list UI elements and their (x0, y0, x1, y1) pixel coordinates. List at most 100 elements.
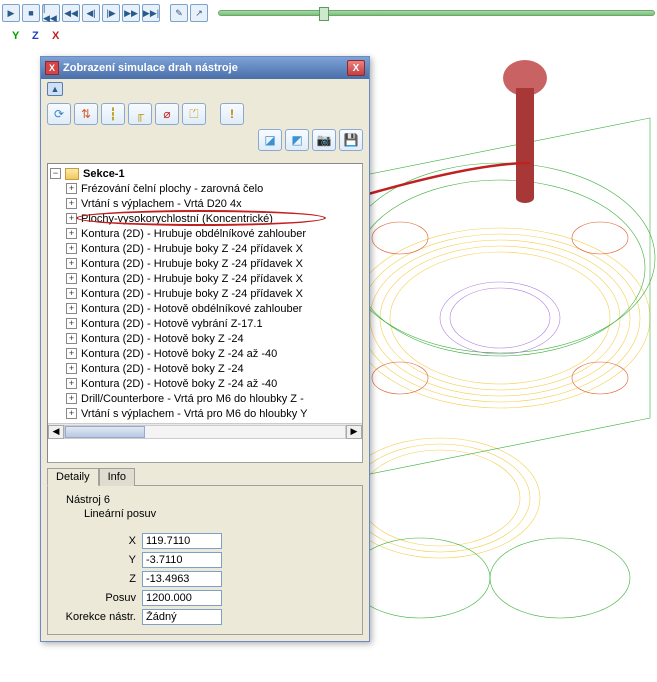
stop-button[interactable]: ■ (22, 4, 40, 22)
tool5-button[interactable]: ⏍ (182, 103, 206, 125)
details-panel: Nástroj 6 Lineární posuv X Y Z Posuv Kor… (47, 485, 363, 635)
first-button[interactable]: |◀◀ (42, 4, 60, 22)
last-button[interactable]: ▶▶| (142, 4, 160, 22)
tree-item[interactable]: + Plochy-vysokorychlostní (Koncentrické) (48, 211, 360, 226)
tree-item[interactable]: + Drill/Counterbore - Vrtá pro M6 do hlou… (48, 391, 360, 406)
tree-item-label: Vrtání s výplachem - Vrtá D20 4x (81, 198, 242, 210)
expander-icon[interactable]: − (50, 168, 61, 179)
korekce-field[interactable] (142, 609, 222, 625)
expander-icon[interactable]: + (66, 348, 77, 359)
tree-item[interactable]: + Kontura (2D) - Hrubuje boky Z -24 přída… (48, 286, 360, 301)
expander-icon[interactable]: + (66, 378, 77, 389)
x-field[interactable] (142, 533, 222, 549)
tree-item-label: Kontura (2D) - Hrubuje boky Z -24 přídav… (81, 288, 303, 300)
expander-icon[interactable]: + (66, 183, 77, 194)
expander-icon[interactable]: + (66, 273, 77, 284)
tree-item[interactable]: + Vrtání s výplachem - Vrtá D20 4x (48, 196, 360, 211)
tree-item-label: Kontura (2D) - Hotově boky Z -24 (81, 333, 244, 345)
tree-item[interactable]: + Kontura (2D) - Hotově obdélníkové zahlo… (48, 301, 360, 316)
save-button[interactable]: 💾 (339, 129, 363, 151)
expander-icon[interactable]: + (66, 333, 77, 344)
expander-icon[interactable]: + (66, 393, 77, 404)
warn-button[interactable]: ! (220, 103, 244, 125)
app-x-icon: X (45, 61, 59, 75)
tree-item-label: Kontura (2D) - Hrubuje boky Z -24 přídav… (81, 273, 303, 285)
expander-icon[interactable]: + (66, 288, 77, 299)
tree-item[interactable]: +Kontura (2D) - Hotově boky Z -24 (48, 361, 360, 376)
detail-tabs: Detaily Info (47, 467, 363, 485)
slider-thumb[interactable] (319, 7, 329, 21)
expander-icon[interactable]: + (66, 318, 77, 329)
axis-x-label: X (52, 30, 59, 42)
tool1-button[interactable]: ⇅ (74, 103, 98, 125)
tree-item-label: Kontura (2D) - Hrubuje boky Z -24 přídav… (81, 258, 303, 270)
expander-icon[interactable]: + (66, 228, 77, 239)
tree-item-label: Frézování čelní plochy - zarovná čelo (81, 183, 263, 195)
tool-indicator (500, 58, 550, 208)
tab-detaily[interactable]: Detaily (47, 468, 99, 486)
tree-item[interactable]: + Kontura (2D) - Hotově boky Z -24 až -40 (48, 346, 360, 361)
tree-root-row[interactable]: − Sekce-1 (48, 166, 360, 181)
rollup-bar: ▲ (41, 79, 369, 99)
close-button[interactable]: X (347, 60, 365, 76)
tree-item[interactable]: + Kontura (2D) - Hrubuje obdélníkové zahl… (48, 226, 360, 241)
check2-button[interactable]: ◩ (285, 129, 309, 151)
expander-icon[interactable]: + (66, 213, 77, 224)
tree-item-label: Drill/Counterbore - Vrtá pro M6 do hloub… (81, 393, 304, 405)
tool-name-line: Nástroj 6 (66, 494, 344, 506)
tree-item[interactable]: + Kontura (2D) - Hotově boky Z -24 (48, 331, 360, 346)
step-back-button[interactable]: ◀| (82, 4, 100, 22)
expander-icon[interactable]: + (66, 363, 77, 374)
tree-item-label: Kontura (2D) - Hrubuje obdélníkové zahlo… (81, 228, 306, 240)
tree-root-label: Sekce-1 (83, 168, 125, 180)
expander-icon[interactable]: + (66, 258, 77, 269)
scroll-left-button[interactable]: ◀ (48, 425, 64, 439)
posuv-field[interactable] (142, 590, 222, 606)
tree-item[interactable]: +Vrtání s výplachem - Vrtá pro M6 do hlo… (48, 406, 360, 421)
x-label: X (56, 535, 136, 547)
motion-line: Lineární posuv (84, 508, 344, 520)
tree-item[interactable]: +Kontura (2D) - Hotově vybrání Z-17.1 (48, 316, 360, 331)
tool4-button[interactable]: ⌀ (155, 103, 179, 125)
tree-item[interactable]: + Kontura (2D) - Hotově boky Z -24 až -40 (48, 376, 360, 391)
tree-item[interactable]: + Kontura (2D) - Hrubuje boky Z -24 přída… (48, 271, 360, 286)
toolpath-wireframe (340, 58, 657, 682)
expander-icon[interactable]: + (66, 243, 77, 254)
check1-button[interactable]: ◪ (258, 129, 282, 151)
snapshot-button[interactable]: 📷 (312, 129, 336, 151)
refresh-button[interactable]: ⟳ (47, 103, 71, 125)
expander-icon[interactable]: + (66, 303, 77, 314)
tree-item-label: Kontura (2D) - Hotově boky Z -24 až -40 (81, 348, 277, 360)
tab-info[interactable]: Info (99, 468, 135, 486)
step-fwd-button[interactable]: |▶ (102, 4, 120, 22)
expander-icon[interactable]: + (66, 198, 77, 209)
tool3-button[interactable]: ╓ (128, 103, 152, 125)
tool2-button[interactable]: ┇ (101, 103, 125, 125)
dialog-titlebar[interactable]: X Zobrazení simulace drah nástroje X (41, 57, 369, 79)
z-field[interactable] (142, 571, 222, 587)
edit-button-1[interactable]: ✎ (170, 4, 188, 22)
rollup-button[interactable]: ▲ (47, 82, 63, 96)
axis-z-label: Z (32, 30, 39, 42)
simulation-dialog: X Zobrazení simulace drah nástroje X ▲ ⟳… (40, 56, 370, 642)
scroll-track[interactable] (64, 425, 346, 439)
operation-tree[interactable]: − Sekce-1 + Frézování čelní plochy - zaro… (47, 163, 363, 463)
expander-icon[interactable]: + (66, 408, 77, 419)
y-field[interactable] (142, 552, 222, 568)
tree-h-scrollbar[interactable]: ◀ ▶ (48, 423, 362, 439)
tree-item-label: Kontura (2D) - Hotově obdélníkové zahlou… (81, 303, 302, 315)
play-button[interactable]: ▶ (2, 4, 20, 22)
playback-slider[interactable] (218, 10, 655, 16)
korekce-label: Korekce nástr. (56, 611, 136, 623)
rewind-button[interactable]: ◀◀ (62, 4, 80, 22)
scroll-thumb[interactable] (65, 426, 145, 438)
tree-item-label: Kontura (2D) - Hotově boky Z -24 až -40 (81, 378, 277, 390)
fast-fwd-button[interactable]: ▶▶ (122, 4, 140, 22)
dialog-toolbar: ⟳ ⇅ ┇ ╓ ⌀ ⏍ ! ◪ ◩ 📷 💾 (41, 99, 369, 159)
tree-item[interactable]: + Kontura (2D) - Hrubuje boky Z -24 přída… (48, 256, 360, 271)
tree-item-label: Plochy-vysokorychlostní (Koncentrické) (81, 213, 273, 225)
edit-button-2[interactable]: ↗ (190, 4, 208, 22)
tree-item[interactable]: +Kontura (2D) - Hrubuje boky Z -24 přída… (48, 241, 360, 256)
scroll-right-button[interactable]: ▶ (346, 425, 362, 439)
tree-item[interactable]: + Frézování čelní plochy - zarovná čelo (48, 181, 360, 196)
